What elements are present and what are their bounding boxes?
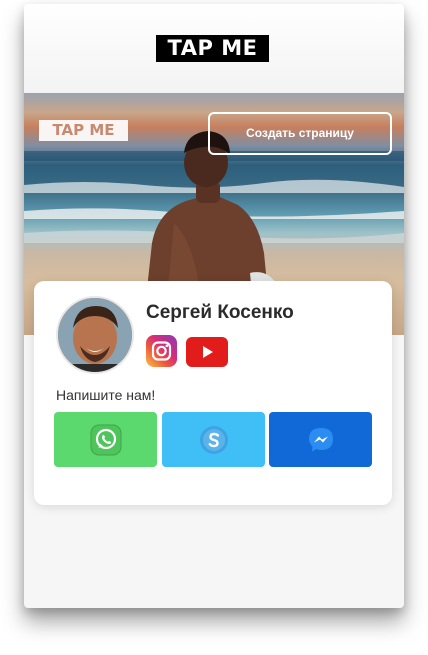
contact-label: Напишите нам! xyxy=(56,387,156,403)
profile-name: Сергей Косенко xyxy=(146,302,294,323)
whatsapp-icon xyxy=(90,424,122,456)
skype-button[interactable] xyxy=(162,412,265,467)
phone-frame: TAP ME TAP ME Создать страницу Сергей Ко… xyxy=(24,4,404,608)
top-bar: TAP ME xyxy=(24,4,404,93)
messenger-button[interactable] xyxy=(269,412,372,467)
youtube-icon[interactable] xyxy=(186,337,228,367)
avatar xyxy=(56,296,134,374)
whatsapp-button[interactable] xyxy=(54,412,157,467)
avatar-photo xyxy=(58,298,132,372)
profile-card: Сергей Косенко Напишите нам! xyxy=(34,281,392,505)
skype-icon xyxy=(200,426,228,454)
instagram-icon[interactable] xyxy=(146,335,177,367)
tapme-logo[interactable]: TAP ME xyxy=(156,35,269,62)
create-page-button[interactable]: Создать страницу xyxy=(208,112,392,155)
messenger-icon xyxy=(309,428,333,452)
hero-logo: TAP ME xyxy=(39,120,128,141)
